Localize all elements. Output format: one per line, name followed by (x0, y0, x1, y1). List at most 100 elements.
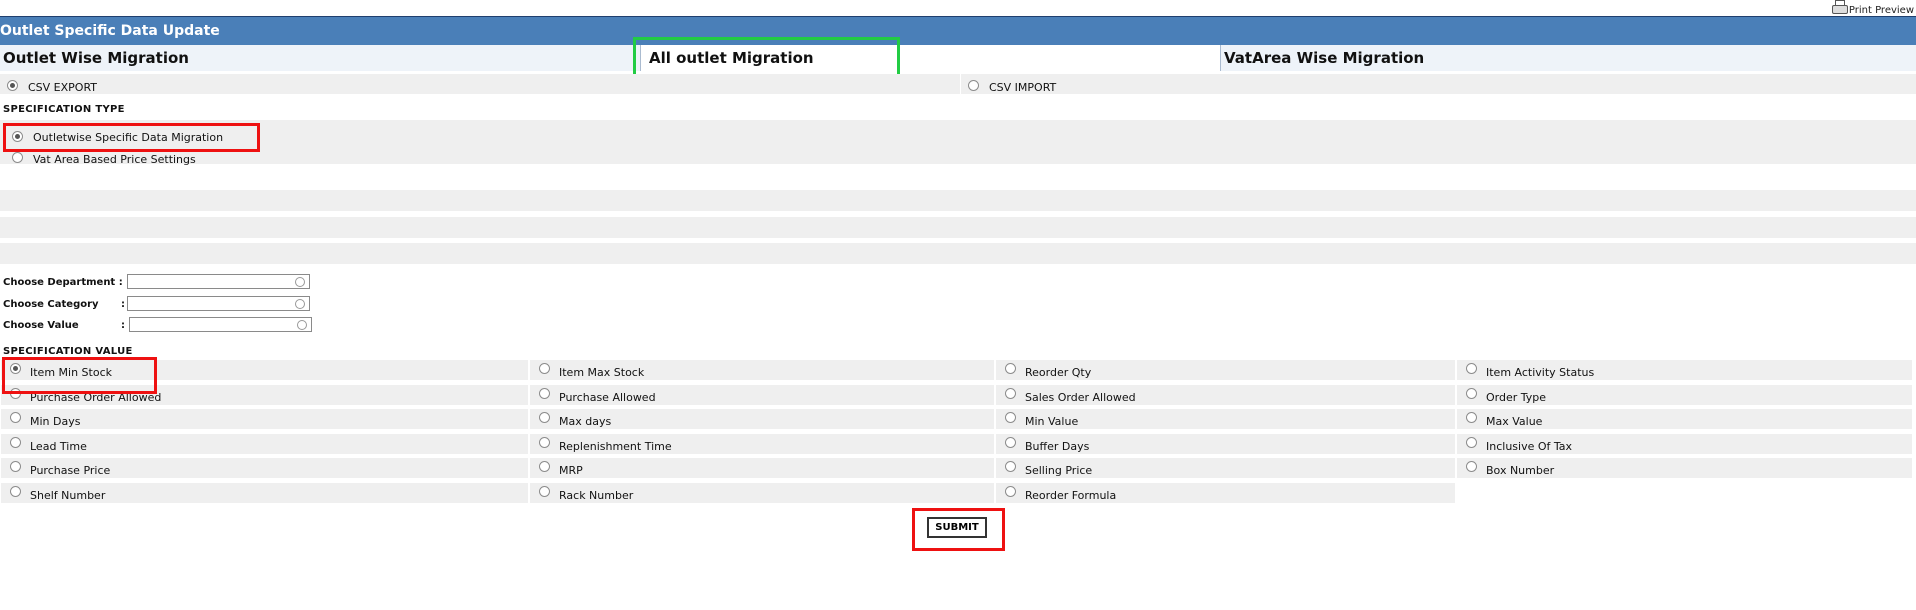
spec-option-item-max-stock[interactable]: Item Max Stock (530, 360, 994, 380)
option-label: Box Number (1486, 464, 1555, 477)
radio[interactable] (1005, 486, 1016, 497)
radio[interactable] (1466, 412, 1477, 423)
radio[interactable] (1466, 363, 1477, 374)
category-input[interactable] (127, 296, 310, 311)
option-label: Inclusive Of Tax (1486, 440, 1573, 453)
option-label: MRP (559, 464, 583, 477)
spec-option-max-days[interactable]: Max days (530, 409, 994, 429)
spec-option-reorder-qty[interactable]: Reorder Qty (996, 360, 1455, 380)
specification-type-group (0, 120, 1916, 164)
spec-option-mrp[interactable]: MRP (530, 458, 994, 478)
spec-option-item-activity-status[interactable]: Item Activity Status (1457, 360, 1912, 380)
empty-row (0, 217, 1916, 238)
option-label: Reorder Formula (1025, 489, 1117, 502)
radio[interactable] (1005, 363, 1016, 374)
choose-value-label: Choose Value (3, 320, 79, 331)
spec-option-inclusive-of-tax[interactable]: Inclusive Of Tax (1457, 434, 1912, 454)
option-label: Max Value (1486, 415, 1543, 428)
highlight-submit-button (912, 508, 1005, 551)
radio[interactable] (539, 388, 550, 399)
radio[interactable] (10, 437, 21, 448)
specification-value-title: SPECIFICATION VALUE (3, 346, 133, 357)
specification-type-title: SPECIFICATION TYPE (3, 104, 125, 115)
radio[interactable] (1466, 437, 1477, 448)
option-label: Reorder Qty (1025, 366, 1092, 379)
spec-option-replenishment-time[interactable]: Replenishment Time (530, 434, 994, 454)
department-input[interactable] (127, 274, 310, 289)
option-label: Item Activity Status (1486, 366, 1595, 379)
highlight-outletwise-option (3, 123, 260, 152)
radio[interactable] (10, 412, 21, 423)
radio[interactable] (539, 461, 550, 472)
option-label: Max days (559, 415, 612, 428)
option-label: Shelf Number (30, 489, 106, 502)
option-label: Min Days (30, 415, 81, 428)
csv-export-radio[interactable] (7, 79, 18, 91)
radio[interactable] (1005, 437, 1016, 448)
print-preview-label: Print Preview (1848, 5, 1914, 16)
spec-option-max-value[interactable]: Max Value (1457, 409, 1912, 429)
option-label: Min Value (1025, 415, 1079, 428)
spec-option-min-days[interactable]: Min Days (1, 409, 528, 429)
radio[interactable] (539, 412, 550, 423)
option-label: Lead Time (30, 440, 87, 453)
spec-option-sales-order-allowed[interactable]: Sales Order Allowed (996, 385, 1455, 405)
radio[interactable] (539, 437, 550, 448)
radio[interactable] (1466, 388, 1477, 399)
highlight-item-min-stock (2, 357, 157, 394)
lookup-icon[interactable] (295, 299, 305, 309)
spec-option-order-type[interactable]: Order Type (1457, 385, 1912, 405)
csv-export-label: CSV EXPORT (28, 81, 98, 94)
option-label: Purchase Price (30, 464, 111, 477)
spec-option-shelf-number[interactable]: Shelf Number (1, 483, 528, 503)
radio[interactable] (1466, 461, 1477, 472)
tab-label: VatArea Wise Migration (1224, 49, 1425, 67)
radio[interactable] (1005, 412, 1016, 423)
category-colon: : (121, 299, 125, 310)
migration-tabs: Outlet Wise Migration All outlet Migrati… (0, 45, 1916, 71)
radio[interactable] (10, 486, 21, 497)
page-header: Outlet Specific Data Update (0, 17, 1916, 45)
empty-row (0, 243, 1916, 264)
value-input[interactable] (129, 317, 312, 332)
spec-option-selling-price[interactable]: Selling Price (996, 458, 1455, 478)
value-colon: : (121, 320, 125, 331)
csv-export-cell: CSV EXPORT (0, 74, 960, 94)
option-label: Buffer Days (1025, 440, 1090, 453)
lookup-icon[interactable] (297, 320, 307, 330)
option-label: Item Max Stock (559, 366, 645, 379)
spec-type-vatarea-radio[interactable] (12, 151, 23, 163)
csv-import-label: CSV IMPORT (989, 81, 1057, 94)
spec-option-reorder-formula[interactable]: Reorder Formula (996, 483, 1455, 503)
lookup-icon[interactable] (295, 277, 305, 287)
printer-icon (1831, 0, 1848, 14)
spec-type-vatarea-label: Vat Area Based Price Settings (33, 153, 196, 166)
csv-import-radio[interactable] (968, 79, 979, 91)
spec-option-purchase-allowed[interactable]: Purchase Allowed (530, 385, 994, 405)
option-label: Sales Order Allowed (1025, 391, 1136, 404)
tab-outlet-wise-migration[interactable]: Outlet Wise Migration (0, 45, 640, 71)
spec-option-box-number[interactable]: Box Number (1457, 458, 1912, 478)
radio[interactable] (539, 486, 550, 497)
radio[interactable] (1005, 388, 1016, 399)
spec-option-lead-time[interactable]: Lead Time (1, 434, 528, 454)
empty-row (0, 190, 1916, 211)
choose-category-label: Choose Category (3, 299, 99, 310)
radio[interactable] (1005, 461, 1016, 472)
radio[interactable] (10, 461, 21, 472)
spec-option-min-value[interactable]: Min Value (996, 409, 1455, 429)
page-title: Outlet Specific Data Update (0, 23, 220, 39)
spec-option-purchase-price[interactable]: Purchase Price (1, 458, 528, 478)
option-label: Selling Price (1025, 464, 1093, 477)
tab-vatarea-wise-migration[interactable]: VatArea Wise Migration (1220, 45, 1916, 71)
tab-label: Outlet Wise Migration (3, 49, 189, 67)
option-label: Order Type (1486, 391, 1547, 404)
radio[interactable] (539, 363, 550, 374)
option-label: Replenishment Time (559, 440, 672, 453)
choose-department-label: Choose Department : (3, 277, 123, 288)
option-label: Purchase Allowed (559, 391, 656, 404)
print-preview-link[interactable]: Print Preview (1831, 0, 1914, 16)
spec-option-rack-number[interactable]: Rack Number (530, 483, 994, 503)
spec-option-buffer-days[interactable]: Buffer Days (996, 434, 1455, 454)
option-label: Rack Number (559, 489, 634, 502)
